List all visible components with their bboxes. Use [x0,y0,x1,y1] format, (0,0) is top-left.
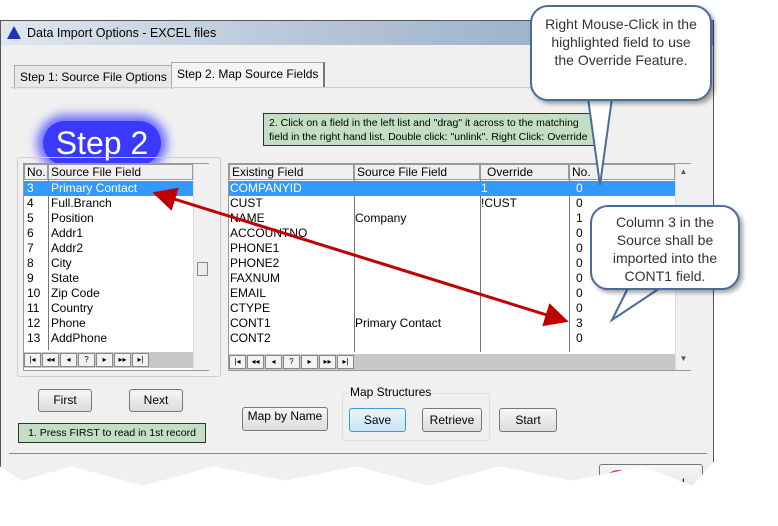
callout-tail [587,97,613,186]
column-callout: Column 3 in the Source shall be imported… [590,205,740,290]
drag-arrow [152,187,569,327]
callout-tail [609,287,661,323]
override-callout: Right Mouse-Click in the highlighted fie… [530,5,712,101]
